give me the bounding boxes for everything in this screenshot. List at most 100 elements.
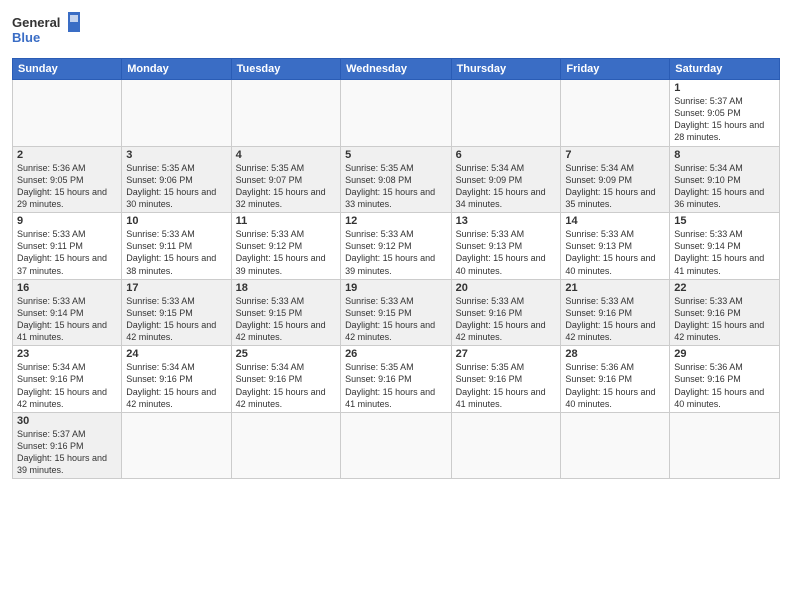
calendar-day-cell: 18Sunrise: 5:33 AM Sunset: 9:15 PM Dayli… [231, 279, 340, 346]
day-number: 24 [126, 348, 226, 360]
day-number: 10 [126, 215, 226, 227]
day-info: Sunrise: 5:34 AM Sunset: 9:10 PM Dayligh… [674, 162, 775, 211]
calendar-day-cell [451, 412, 561, 479]
weekday-header-cell: Monday [122, 59, 231, 80]
calendar-day-cell: 28Sunrise: 5:36 AM Sunset: 9:16 PM Dayli… [561, 346, 670, 413]
calendar-day-cell: 19Sunrise: 5:33 AM Sunset: 9:15 PM Dayli… [341, 279, 452, 346]
day-number: 16 [17, 282, 117, 294]
calendar-day-cell: 26Sunrise: 5:35 AM Sunset: 9:16 PM Dayli… [341, 346, 452, 413]
day-number: 28 [565, 348, 665, 360]
calendar-body: 1Sunrise: 5:37 AM Sunset: 9:05 PM Daylig… [13, 80, 780, 479]
calendar-day-cell: 15Sunrise: 5:33 AM Sunset: 9:14 PM Dayli… [670, 213, 780, 280]
calendar-day-cell [561, 80, 670, 147]
day-info: Sunrise: 5:33 AM Sunset: 9:14 PM Dayligh… [674, 228, 775, 277]
calendar-day-cell: 13Sunrise: 5:33 AM Sunset: 9:13 PM Dayli… [451, 213, 561, 280]
day-info: Sunrise: 5:33 AM Sunset: 9:13 PM Dayligh… [565, 228, 665, 277]
calendar-day-cell: 11Sunrise: 5:33 AM Sunset: 9:12 PM Dayli… [231, 213, 340, 280]
calendar-day-cell [670, 412, 780, 479]
calendar-week-row: 23Sunrise: 5:34 AM Sunset: 9:16 PM Dayli… [13, 346, 780, 413]
day-number: 4 [236, 149, 336, 161]
day-info: Sunrise: 5:33 AM Sunset: 9:15 PM Dayligh… [126, 295, 226, 344]
calendar-day-cell: 21Sunrise: 5:33 AM Sunset: 9:16 PM Dayli… [561, 279, 670, 346]
calendar-day-cell: 7Sunrise: 5:34 AM Sunset: 9:09 PM Daylig… [561, 146, 670, 213]
day-info: Sunrise: 5:34 AM Sunset: 9:16 PM Dayligh… [17, 361, 117, 410]
day-info: Sunrise: 5:33 AM Sunset: 9:11 PM Dayligh… [17, 228, 117, 277]
calendar-day-cell: 9Sunrise: 5:33 AM Sunset: 9:11 PM Daylig… [13, 213, 122, 280]
day-info: Sunrise: 5:33 AM Sunset: 9:12 PM Dayligh… [345, 228, 447, 277]
day-info: Sunrise: 5:37 AM Sunset: 9:05 PM Dayligh… [674, 95, 775, 144]
calendar-day-cell [561, 412, 670, 479]
day-number: 25 [236, 348, 336, 360]
calendar-day-cell [122, 80, 231, 147]
calendar-week-row: 30Sunrise: 5:37 AM Sunset: 9:16 PM Dayli… [13, 412, 780, 479]
day-number: 21 [565, 282, 665, 294]
calendar-day-cell: 12Sunrise: 5:33 AM Sunset: 9:12 PM Dayli… [341, 213, 452, 280]
day-number: 1 [674, 82, 775, 94]
calendar-day-cell [13, 80, 122, 147]
day-number: 9 [17, 215, 117, 227]
calendar-day-cell: 3Sunrise: 5:35 AM Sunset: 9:06 PM Daylig… [122, 146, 231, 213]
calendar-day-cell: 25Sunrise: 5:34 AM Sunset: 9:16 PM Dayli… [231, 346, 340, 413]
day-number: 2 [17, 149, 117, 161]
day-info: Sunrise: 5:33 AM Sunset: 9:15 PM Dayligh… [236, 295, 336, 344]
calendar-day-cell: 24Sunrise: 5:34 AM Sunset: 9:16 PM Dayli… [122, 346, 231, 413]
day-info: Sunrise: 5:33 AM Sunset: 9:11 PM Dayligh… [126, 228, 226, 277]
day-number: 14 [565, 215, 665, 227]
calendar-day-cell: 8Sunrise: 5:34 AM Sunset: 9:10 PM Daylig… [670, 146, 780, 213]
weekday-header-cell: Friday [561, 59, 670, 80]
calendar-day-cell [341, 412, 452, 479]
calendar-day-cell [451, 80, 561, 147]
generalblue-logo-icon: General Blue [12, 10, 82, 50]
day-info: Sunrise: 5:33 AM Sunset: 9:15 PM Dayligh… [345, 295, 447, 344]
calendar-day-cell [231, 80, 340, 147]
day-number: 20 [456, 282, 557, 294]
day-number: 7 [565, 149, 665, 161]
calendar-day-cell: 16Sunrise: 5:33 AM Sunset: 9:14 PM Dayli… [13, 279, 122, 346]
weekday-header-cell: Thursday [451, 59, 561, 80]
day-number: 3 [126, 149, 226, 161]
day-number: 12 [345, 215, 447, 227]
calendar-week-row: 2Sunrise: 5:36 AM Sunset: 9:05 PM Daylig… [13, 146, 780, 213]
day-info: Sunrise: 5:36 AM Sunset: 9:16 PM Dayligh… [674, 361, 775, 410]
day-number: 17 [126, 282, 226, 294]
day-number: 18 [236, 282, 336, 294]
day-number: 11 [236, 215, 336, 227]
calendar-day-cell: 4Sunrise: 5:35 AM Sunset: 9:07 PM Daylig… [231, 146, 340, 213]
logo: General Blue [12, 10, 82, 50]
calendar-day-cell [122, 412, 231, 479]
calendar-day-cell: 14Sunrise: 5:33 AM Sunset: 9:13 PM Dayli… [561, 213, 670, 280]
calendar-day-cell: 10Sunrise: 5:33 AM Sunset: 9:11 PM Dayli… [122, 213, 231, 280]
day-info: Sunrise: 5:34 AM Sunset: 9:16 PM Dayligh… [126, 361, 226, 410]
calendar-day-cell [341, 80, 452, 147]
day-number: 22 [674, 282, 775, 294]
day-number: 29 [674, 348, 775, 360]
svg-text:General: General [12, 15, 60, 30]
weekday-header-cell: Saturday [670, 59, 780, 80]
day-info: Sunrise: 5:36 AM Sunset: 9:05 PM Dayligh… [17, 162, 117, 211]
day-number: 19 [345, 282, 447, 294]
calendar-day-cell: 17Sunrise: 5:33 AM Sunset: 9:15 PM Dayli… [122, 279, 231, 346]
calendar-day-cell: 20Sunrise: 5:33 AM Sunset: 9:16 PM Dayli… [451, 279, 561, 346]
day-info: Sunrise: 5:35 AM Sunset: 9:08 PM Dayligh… [345, 162, 447, 211]
day-info: Sunrise: 5:36 AM Sunset: 9:16 PM Dayligh… [565, 361, 665, 410]
day-info: Sunrise: 5:33 AM Sunset: 9:16 PM Dayligh… [456, 295, 557, 344]
day-info: Sunrise: 5:34 AM Sunset: 9:09 PM Dayligh… [565, 162, 665, 211]
day-info: Sunrise: 5:33 AM Sunset: 9:16 PM Dayligh… [674, 295, 775, 344]
day-number: 5 [345, 149, 447, 161]
calendar-table: SundayMondayTuesdayWednesdayThursdayFrid… [12, 58, 780, 479]
calendar-week-row: 1Sunrise: 5:37 AM Sunset: 9:05 PM Daylig… [13, 80, 780, 147]
day-number: 27 [456, 348, 557, 360]
day-info: Sunrise: 5:34 AM Sunset: 9:16 PM Dayligh… [236, 361, 336, 410]
day-info: Sunrise: 5:35 AM Sunset: 9:16 PM Dayligh… [456, 361, 557, 410]
day-number: 6 [456, 149, 557, 161]
page: General Blue SundayMondayTuesdayWednesda… [0, 0, 792, 612]
calendar-day-cell: 27Sunrise: 5:35 AM Sunset: 9:16 PM Dayli… [451, 346, 561, 413]
day-number: 15 [674, 215, 775, 227]
day-info: Sunrise: 5:34 AM Sunset: 9:09 PM Dayligh… [456, 162, 557, 211]
day-info: Sunrise: 5:35 AM Sunset: 9:06 PM Dayligh… [126, 162, 226, 211]
calendar-day-cell [231, 412, 340, 479]
calendar-day-cell: 29Sunrise: 5:36 AM Sunset: 9:16 PM Dayli… [670, 346, 780, 413]
calendar-day-cell: 30Sunrise: 5:37 AM Sunset: 9:16 PM Dayli… [13, 412, 122, 479]
day-info: Sunrise: 5:33 AM Sunset: 9:12 PM Dayligh… [236, 228, 336, 277]
day-info: Sunrise: 5:37 AM Sunset: 9:16 PM Dayligh… [17, 428, 117, 477]
